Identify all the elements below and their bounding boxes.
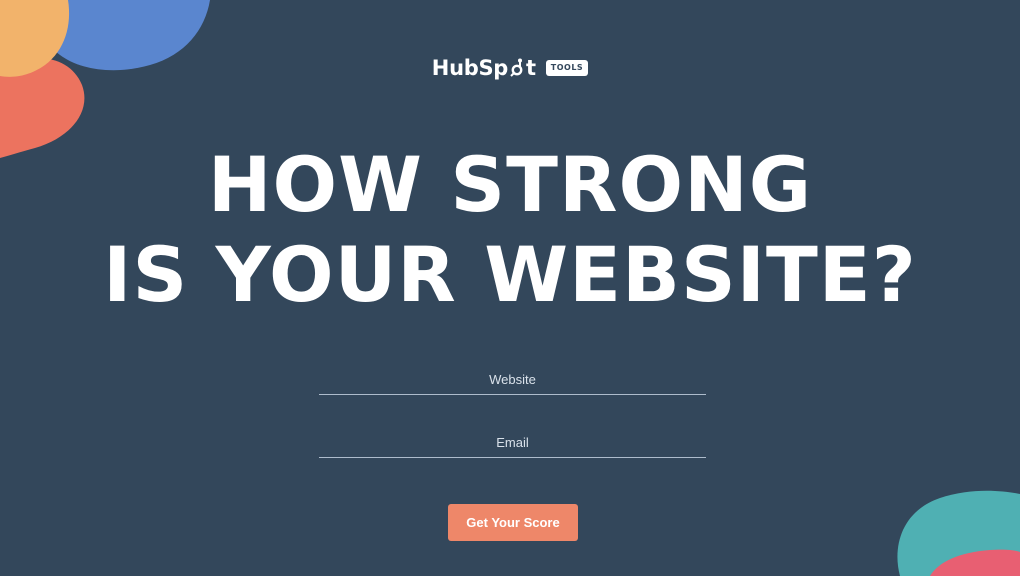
blob-teal <box>897 490 1020 576</box>
blob-pink <box>930 549 1020 576</box>
hubspot-tools-logo[interactable]: HubSp t TOOLS <box>0 56 1020 80</box>
get-your-score-button[interactable]: Get Your Score <box>448 504 578 541</box>
decorative-blob-bottom-right <box>897 490 1020 576</box>
tools-badge: TOOLS <box>545 60 589 76</box>
landing-page: HubSp t TOOLS HOW STRONG IS YOUR WEBSITE… <box>0 0 1020 576</box>
hubspot-wordmark: HubSp t <box>432 56 536 80</box>
website-input[interactable] <box>319 368 706 395</box>
email-input[interactable] <box>319 431 706 458</box>
page-headline: HOW STRONG IS YOUR WEBSITE? <box>0 140 1020 320</box>
wordmark-left: HubSp <box>431 56 509 80</box>
wordmark-right: t <box>526 56 536 80</box>
headline-line-2: IS YOUR WEBSITE? <box>103 230 917 319</box>
headline-line-1: HOW STRONG <box>207 140 813 229</box>
sprocket-icon <box>510 58 523 77</box>
